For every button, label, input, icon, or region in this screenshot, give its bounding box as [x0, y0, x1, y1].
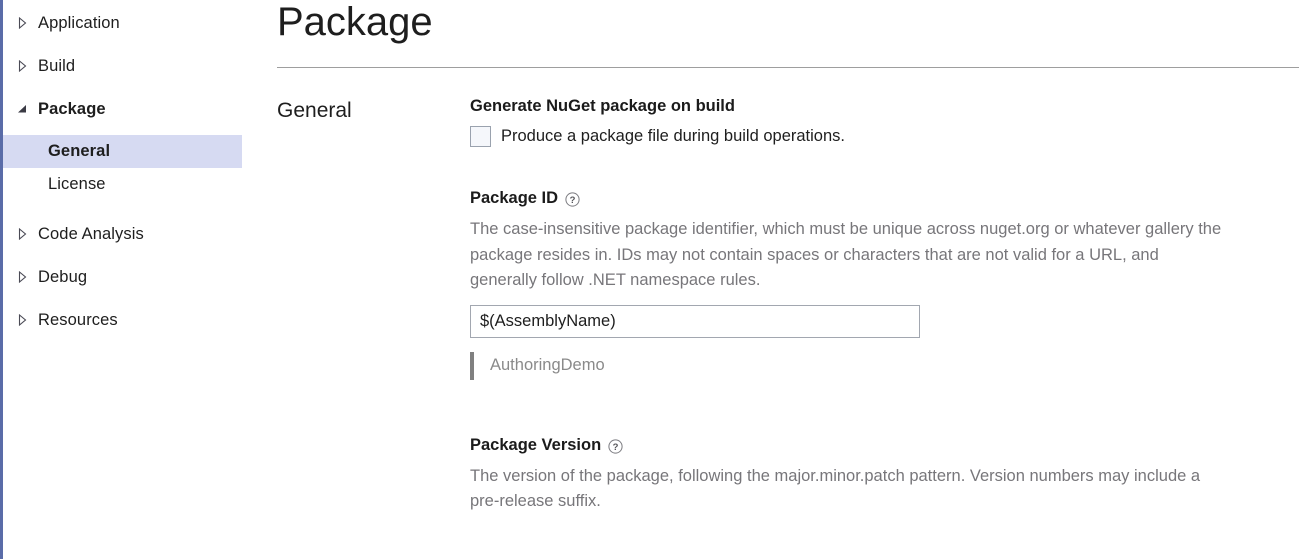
fields-column: Generate NuGet package on build Produce … [470, 97, 1299, 515]
chevron-right-icon[interactable] [14, 228, 30, 240]
generate-package-checkbox-label: Produce a package file during build oper… [501, 127, 845, 145]
field-title-text: Generate NuGet package on build [470, 97, 735, 115]
evaluated-value-marker [470, 351, 474, 380]
generate-package-field: Generate NuGet package on build Produce … [470, 97, 1299, 147]
chevron-right-icon[interactable] [14, 314, 30, 326]
settings-window: Application Build Package General Licens… [0, 0, 1299, 559]
sidebar-item-label: General [48, 142, 111, 160]
package-id-title: Package ID ? [470, 189, 1299, 208]
field-spacer [470, 147, 1299, 189]
settings-content-pane: Package General Generate NuGet package o… [277, 0, 1299, 559]
sidebar-item-package[interactable]: Package [0, 92, 277, 126]
package-id-evaluated-row: AuthoringDemo [470, 351, 1299, 380]
window-accent-rail [0, 0, 3, 559]
help-circle-icon[interactable]: ? [608, 438, 623, 454]
package-id-evaluated-value: AuthoringDemo [490, 356, 605, 374]
sidebar-item-label: Package [38, 99, 106, 118]
chevron-right-icon[interactable] [14, 17, 30, 29]
sidebar-item-build[interactable]: Build [0, 49, 277, 83]
field-spacer [470, 380, 1299, 436]
settings-sidebar: Application Build Package General Licens… [0, 0, 277, 559]
sidebar-item-label: Code Analysis [38, 224, 144, 243]
generate-package-checkbox[interactable] [470, 126, 491, 147]
sidebar-item-label: License [48, 175, 106, 193]
field-title-text: Package Version [470, 435, 602, 454]
chevron-right-icon[interactable] [14, 60, 30, 72]
sidebar-item-label: Build [38, 56, 76, 75]
chevron-down-icon[interactable] [14, 104, 30, 115]
package-id-description: The case-insensitive package identifier,… [470, 220, 1222, 289]
chevron-right-icon[interactable] [14, 271, 30, 283]
section-heading: General [277, 99, 352, 122]
sidebar-item-code-analysis[interactable]: Code Analysis [0, 217, 277, 251]
sidebar-item-application[interactable]: Application [0, 6, 277, 40]
package-version-description: The version of the package, following th… [470, 466, 1201, 511]
sidebar-item-license[interactable]: License [0, 168, 277, 201]
page-title: Package [277, 0, 433, 44]
help-circle-icon[interactable]: ? [565, 192, 580, 207]
package-id-field: Package ID ? The case-insensitive packag… [470, 189, 1299, 380]
field-title-text: Package ID [470, 189, 559, 207]
sidebar-item-label: Resources [38, 310, 118, 329]
generate-package-checkbox-row[interactable]: Produce a package file during build oper… [470, 126, 1299, 147]
sidebar-item-label: Debug [38, 267, 88, 286]
title-divider [277, 67, 1299, 68]
sidebar-item-label: Application [38, 13, 120, 32]
sidebar-item-general[interactable]: General [0, 135, 242, 168]
generate-package-title: Generate NuGet package on build [470, 97, 1299, 116]
svg-text:?: ? [613, 442, 619, 453]
sidebar-item-resources[interactable]: Resources [0, 303, 277, 337]
package-version-title: Package Version ? [470, 436, 1299, 455]
package-version-field: Package Version ? The version of the pac… [470, 436, 1299, 515]
sidebar-item-debug[interactable]: Debug [0, 260, 277, 294]
package-id-input[interactable] [470, 304, 920, 338]
svg-text:?: ? [570, 195, 576, 206]
